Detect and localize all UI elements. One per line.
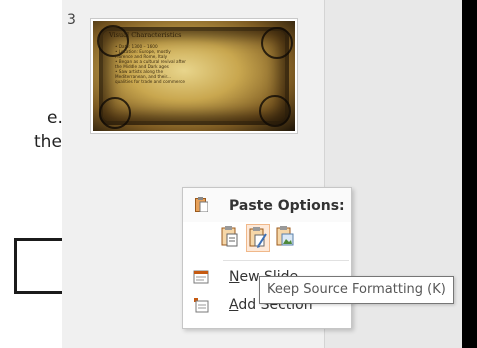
document-text-line: e. xyxy=(47,108,63,128)
clipboard-icon xyxy=(195,197,208,212)
document-text-line: the xyxy=(34,132,62,152)
document-area xyxy=(0,0,62,348)
swirl-ornament xyxy=(99,97,131,129)
mnemonic-letter: A xyxy=(229,297,239,313)
paste-use-destination-button[interactable] xyxy=(218,224,242,252)
paste-options-header: Paste Options: xyxy=(183,188,351,222)
mnemonic-letter: N xyxy=(229,269,240,285)
window-edge xyxy=(462,0,477,348)
paste-destination-icon xyxy=(221,226,238,247)
slide-bullet: qualities for trade and commerce xyxy=(115,79,185,84)
paste-options-label: Paste Options: xyxy=(229,198,345,214)
slide-thumbnail[interactable]: Visual Characteristics • Date: 1300 – 16… xyxy=(90,18,298,134)
paste-keep-source-formatting-button[interactable] xyxy=(246,224,270,252)
slide-bullet-list: • Date: 1300 – 1600 • Location: Europe, … xyxy=(115,44,186,84)
slide-title: Visual Characteristics xyxy=(109,31,182,39)
slide-number: 3 xyxy=(67,12,76,28)
menu-separator xyxy=(223,260,349,261)
paste-picture-button[interactable] xyxy=(274,224,298,252)
new-slide-icon xyxy=(193,270,209,284)
paste-keep-source-icon xyxy=(249,227,267,248)
add-section-icon xyxy=(194,298,209,313)
slide-background: Visual Characteristics • Date: 1300 – 16… xyxy=(93,21,295,131)
swirl-ornament xyxy=(259,95,291,127)
paste-picture-icon xyxy=(276,226,294,246)
context-menu: Paste Options: New Add Section xyxy=(182,187,352,329)
tooltip: Keep Source Formatting (K) xyxy=(259,276,454,304)
swirl-ornament xyxy=(261,27,293,59)
